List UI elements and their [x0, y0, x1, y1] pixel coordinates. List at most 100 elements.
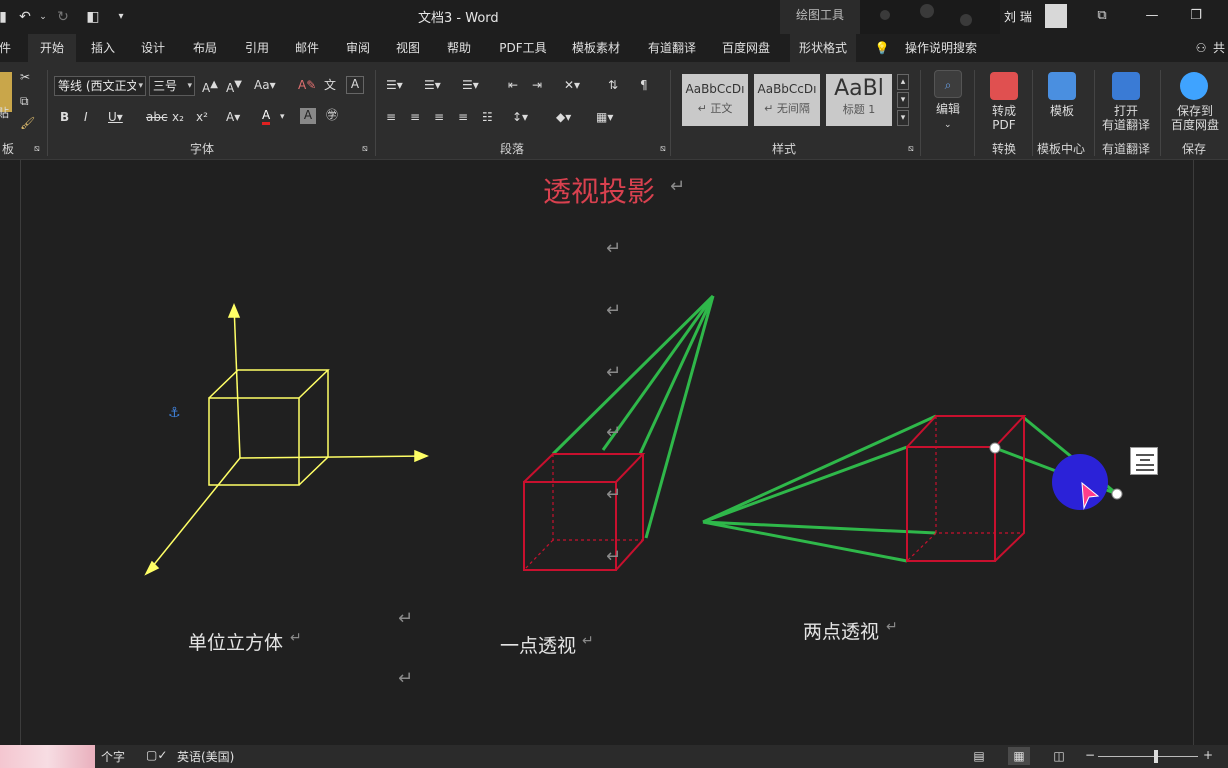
zoom-slider-thumb[interactable] [1154, 750, 1158, 763]
show-marks-icon[interactable]: ¶ [640, 78, 648, 92]
tab-view[interactable]: 视图 [387, 34, 429, 62]
zoom-in-icon[interactable]: + [1203, 748, 1213, 762]
convert-pdf-button[interactable]: 转成 PDF [982, 104, 1026, 132]
paragraph-launcher-icon[interactable]: ⧅ [660, 142, 666, 156]
tab-help[interactable]: 帮助 [438, 34, 480, 62]
grow-font-icon[interactable]: A▲ [202, 78, 218, 95]
copy-icon[interactable]: ⧉ [20, 94, 29, 108]
sort-icon[interactable]: ⇅ [608, 78, 618, 92]
magnifier-icon[interactable]: ⌕ [934, 70, 962, 98]
share-button[interactable]: 共 [1210, 34, 1228, 62]
tab-shape-format[interactable]: 形状格式 [790, 34, 856, 62]
tab-references[interactable]: 引用 [236, 34, 278, 62]
shading-icon[interactable]: ◆▾ [556, 110, 571, 124]
align-left-icon[interactable]: ≡ [386, 110, 396, 124]
format-painter-icon[interactable]: 🖌 [20, 116, 35, 130]
anchor-icon[interactable]: ⚓ [168, 405, 181, 421]
read-mode-icon[interactable]: ▤ [968, 747, 990, 765]
style-heading-1[interactable]: AaBl 标题 1 [826, 74, 892, 126]
style-no-spacing[interactable]: AaBbCcDı ↵ 无间隔 [754, 74, 820, 126]
numbering-icon[interactable]: ☰▾ [424, 78, 441, 92]
undo-dropdown-icon[interactable]: ⌄ [34, 8, 52, 26]
tab-youdao-translate[interactable]: 有道翻译 [642, 34, 702, 62]
line-spacing-icon[interactable]: ↕▾ [512, 110, 528, 124]
edit-button[interactable]: 编辑 [930, 102, 966, 116]
tell-me-search[interactable]: 操作说明搜索 [896, 34, 986, 62]
character-border-icon[interactable]: A [346, 76, 364, 94]
justify-icon[interactable]: ≡ [458, 110, 468, 124]
tab-file[interactable]: 件 [0, 34, 16, 62]
print-layout-icon[interactable]: ▦ [1008, 747, 1030, 765]
font-size-select[interactable]: 三号 ▾ [149, 76, 195, 96]
style-normal[interactable]: AaBbCcDı ↵ 正文 [682, 74, 748, 126]
paste-button[interactable]: 贴 [0, 106, 12, 120]
document-canvas[interactable]: 透视投影 ↵ ↵ ↵ ↵ ↵ ↵ ↵ ↵ ↵ 单位立方体 ↵ 一点透视 ↵ 两点… [0, 160, 1228, 745]
tab-insert[interactable]: 插入 [82, 34, 124, 62]
word-count[interactable]: 个字 [101, 748, 125, 765]
proofing-icon[interactable]: ▢✓ [146, 748, 167, 762]
phonetic-guide-icon[interactable]: 文 [324, 78, 336, 92]
save-icon[interactable]: ▮ [0, 8, 12, 26]
clipboard-launcher-icon[interactable]: ⧅ [34, 142, 40, 156]
styles-launcher-icon[interactable]: ⧅ [908, 142, 914, 156]
shrink-font-icon[interactable]: A▼ [226, 78, 242, 95]
avatar[interactable] [1045, 4, 1067, 28]
undo-icon[interactable]: ↶ [16, 8, 34, 26]
align-center-icon[interactable]: ≡ [410, 110, 420, 124]
layout-options-button[interactable] [1130, 447, 1158, 475]
cloud-icon[interactable] [1180, 72, 1208, 100]
superscript-icon[interactable]: x² [196, 110, 208, 124]
restore-icon[interactable]: ❐ [1186, 6, 1206, 26]
tab-layout[interactable]: 布局 [184, 34, 226, 62]
change-case-icon[interactable]: Aa▾ [254, 78, 276, 92]
underline-icon[interactable]: U▾ [108, 110, 123, 124]
bold-icon[interactable]: B [60, 110, 69, 124]
font-color-icon[interactable]: A [262, 108, 271, 125]
tab-review[interactable]: 审阅 [337, 34, 379, 62]
chinese-layout-icon[interactable]: ✕▾ [564, 78, 580, 92]
styles-scroll-up-icon[interactable]: ▴ [897, 74, 909, 90]
ribbon-display-options-icon[interactable]: ⧉ [1092, 6, 1112, 26]
save-to-baidu-button[interactable]: 保存到 百度网盘 [1166, 104, 1224, 132]
multilevel-list-icon[interactable]: ☰▾ [462, 78, 479, 92]
tab-pdf-tools[interactable]: PDF工具 [494, 34, 552, 62]
zoom-out-icon[interactable]: − [1085, 748, 1095, 762]
redo-icon[interactable]: ↻ [54, 8, 72, 26]
font-launcher-icon[interactable]: ⧅ [362, 142, 368, 156]
font-color-dropdown-icon[interactable]: ▾ [280, 110, 285, 124]
distributed-icon[interactable]: ☷ [482, 110, 493, 124]
template-icon[interactable] [1048, 72, 1076, 100]
increase-indent-icon[interactable]: ⇥ [532, 78, 542, 92]
borders-icon[interactable]: ▦▾ [596, 110, 613, 124]
styles-scroll-down-icon[interactable]: ▾ [897, 92, 909, 108]
translate-icon[interactable] [1112, 72, 1140, 100]
font-name-select[interactable]: 等线 (西文正文) ▾ [54, 76, 146, 96]
web-layout-icon[interactable]: ◫ [1048, 747, 1070, 765]
tab-mailings[interactable]: 邮件 [286, 34, 328, 62]
decrease-indent-icon[interactable]: ⇤ [508, 78, 518, 92]
character-shading-icon[interactable]: A [300, 108, 316, 124]
enclosed-character-icon[interactable]: ㊫ [326, 108, 338, 122]
zoom-slider[interactable] [1098, 756, 1198, 757]
template-button[interactable]: 模板 [1040, 104, 1084, 118]
subscript-icon[interactable]: x₂ [172, 110, 184, 124]
language-indicator[interactable]: 英语(美国) [177, 748, 234, 765]
align-right-icon[interactable]: ≡ [434, 110, 444, 124]
clear-formatting-icon[interactable]: A✎ [298, 78, 316, 92]
tab-design[interactable]: 设计 [132, 34, 174, 62]
open-youdao-button[interactable]: 打开 有道翻译 [1098, 104, 1154, 132]
minimize-icon[interactable]: — [1142, 6, 1162, 26]
styles-more-icon[interactable]: ▾ [897, 110, 909, 126]
user-name[interactable]: 刘 瑞 [1004, 8, 1032, 25]
tab-template-materials[interactable]: 模板素材 [566, 34, 626, 62]
pdf-icon[interactable] [990, 72, 1018, 100]
tab-home[interactable]: 开始 [28, 34, 76, 62]
italic-icon[interactable]: I [84, 110, 88, 124]
strikethrough-icon[interactable]: abc [146, 110, 168, 124]
cut-icon[interactable]: ✂ [20, 70, 30, 84]
text-effects-icon[interactable]: A▾ [226, 110, 240, 124]
tab-baidu-netdisk[interactable]: 百度网盘 [716, 34, 776, 62]
customize-toolbar-icon[interactable]: ▾ [112, 8, 130, 26]
touch-mode-icon[interactable]: ◧ [84, 8, 102, 26]
bullets-icon[interactable]: ☰▾ [386, 78, 403, 92]
